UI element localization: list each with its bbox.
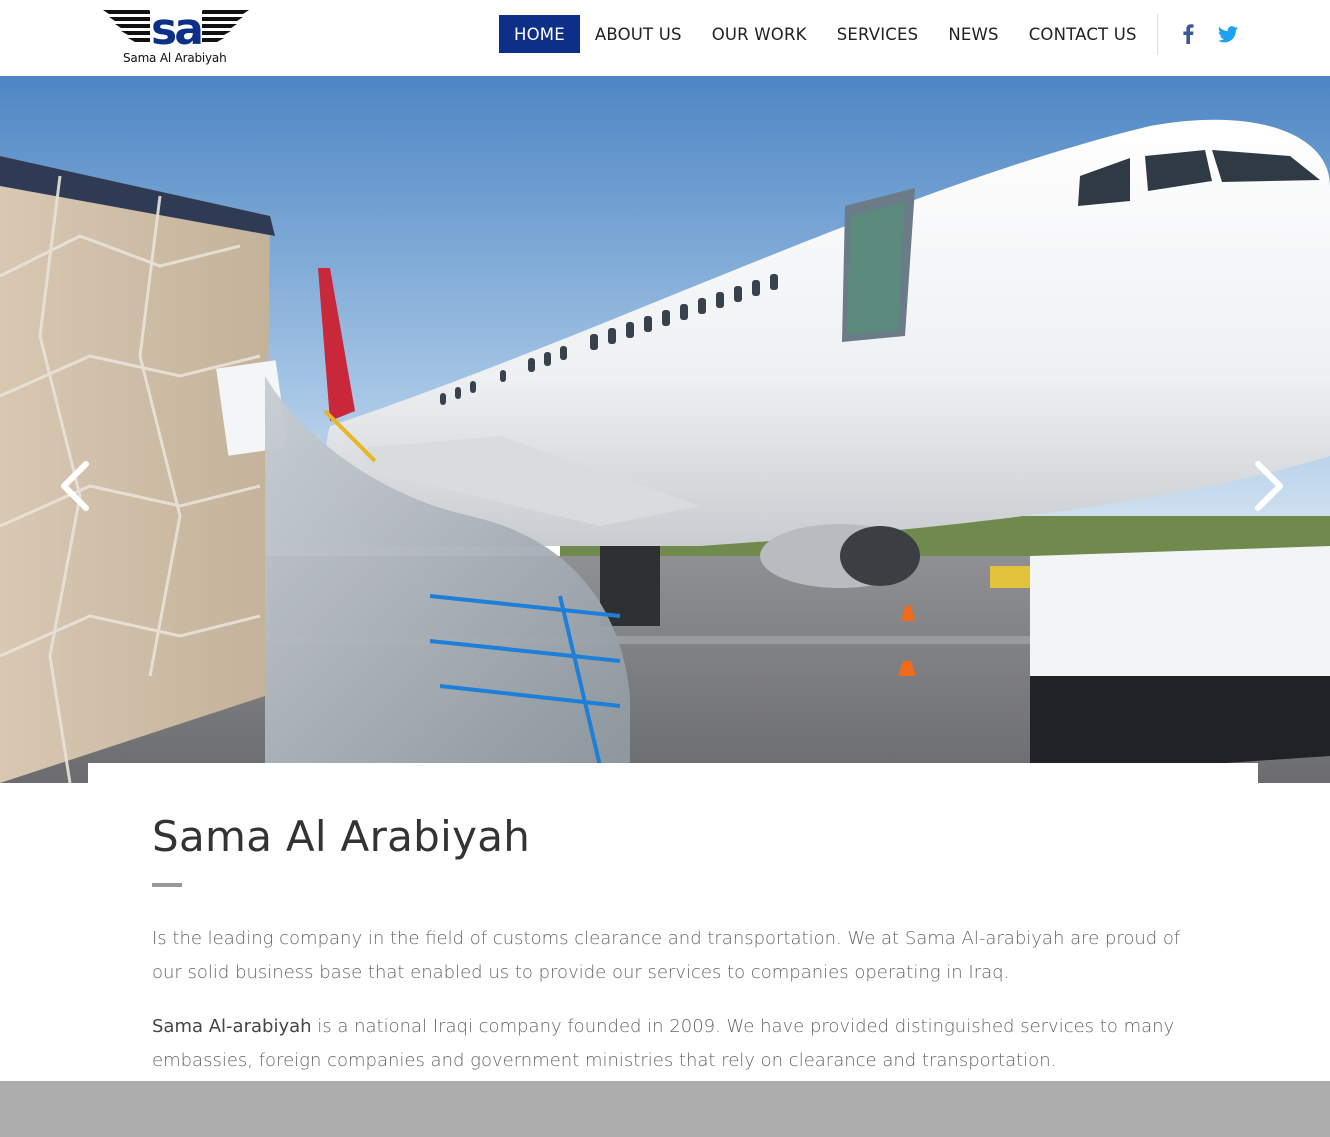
footer-band [0,1081,1330,1137]
intro-paragraph-1: Is the leading company in the field of c… [152,928,1181,983]
nav-contact-us[interactable]: CONTACT US [1014,15,1152,53]
nav-services[interactable]: SERVICES [822,15,934,53]
page-title: Sama Al Arabiyah [152,812,531,861]
title-underline [152,883,182,887]
main-nav: HOME ABOUT US OUR WORK SERVICES NEWS CON… [499,15,1152,53]
nav-divider [1157,14,1158,55]
logo-initials: sa [151,4,201,55]
nav-home[interactable]: HOME [499,15,580,53]
site-logo[interactable]: sa Sama Al Arabiyah [103,4,249,68]
company-name-strong: Sama Al-arabiyah [152,1016,312,1037]
nav-about-us[interactable]: ABOUT US [580,15,697,53]
slider-prev-chevron-left-icon[interactable] [54,456,94,516]
facebook-icon[interactable] [1176,22,1200,46]
cargo-airplane-photo [0,76,1330,783]
logo-text: Sama Al Arabiyah [123,51,227,65]
intro-paragraph-2: Sama Al-arabiyah is a national Iraqi com… [152,1010,1202,1078]
site-header: sa Sama Al Arabiyah HOME ABOUT US OUR WO… [0,0,1330,76]
nav-news[interactable]: NEWS [933,15,1013,53]
twitter-icon[interactable] [1216,22,1240,46]
nav-our-work[interactable]: OUR WORK [697,15,822,53]
hero-slider [0,76,1330,783]
slider-next-chevron-right-icon[interactable] [1250,456,1290,516]
